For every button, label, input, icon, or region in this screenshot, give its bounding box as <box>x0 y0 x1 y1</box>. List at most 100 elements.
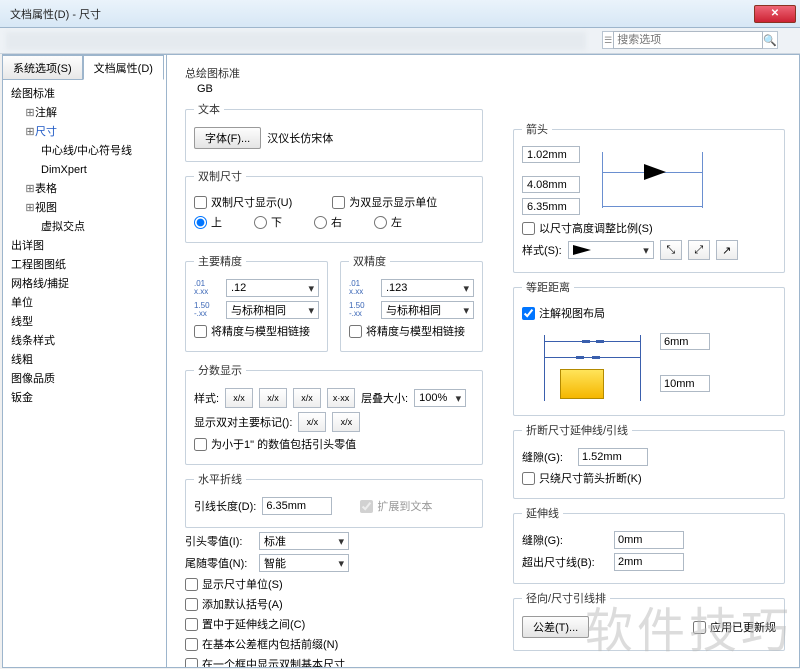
leader-length-input[interactable] <box>262 497 332 515</box>
pos-top-radio[interactable]: 上 <box>194 214 222 230</box>
tree-drawing-sheets[interactable]: 工程图图纸 <box>7 256 162 275</box>
tree-drafting-standard[interactable]: 绘图标准 <box>7 85 162 104</box>
break-gap-label: 缝隙(G): <box>522 449 572 465</box>
arrow-dim-1[interactable]: 1.02mm <box>522 146 580 163</box>
expand-icon[interactable]: ⊞ <box>25 124 35 141</box>
fraction-style-3[interactable]: x/x <box>293 388 321 408</box>
tree-line-thickness[interactable]: 线粗 <box>7 351 162 370</box>
dual-precision-group: 双精度 .01x.xx .123 1.50-.xx 与标称相同 将精度与模型相链… <box>340 253 483 352</box>
tol-precision-icon: 1.50-.xx <box>349 302 375 318</box>
tree-detailing[interactable]: 出详图 <box>7 237 162 256</box>
annotation-view-layout-checkbox[interactable]: 注解视图布局 <box>522 305 605 321</box>
apply-updated-checkbox[interactable]: 应用已更新规 <box>693 619 776 635</box>
extension-legend: 延伸线 <box>522 505 563 521</box>
dual-mark-1[interactable]: x/x <box>298 412 326 432</box>
overall-standard-label: 总绘图标准 <box>185 65 485 81</box>
bent-leaders-group: 水平折线 引线长度(D): 扩展到文本 <box>185 471 483 528</box>
arrow-dim-2[interactable]: 4.08mm <box>522 176 580 193</box>
arrow-attach-2[interactable]: ⤢ <box>688 240 710 260</box>
arrow-icon <box>644 164 666 180</box>
tree-view[interactable]: ⊞视图 <box>7 199 162 218</box>
dual-tol-select[interactable]: 与标称相同 <box>381 301 474 319</box>
break-legend: 折断尺寸延伸线/引线 <box>522 422 632 438</box>
leading-zero-label: 引头零值(I): <box>185 533 253 549</box>
close-button[interactable] <box>754 5 796 23</box>
dual-precision-legend: 双精度 <box>349 253 390 269</box>
radial-legend: 径向/尺寸引线排 <box>522 590 610 606</box>
dual-units-checkbox[interactable]: 为双显示显示单位 <box>332 194 437 210</box>
tree-tables[interactable]: ⊞表格 <box>7 180 162 199</box>
dual-legend: 双制尺寸 <box>194 168 246 184</box>
tab-system-options[interactable]: 系统选项(S) <box>2 55 83 80</box>
tree-annotations[interactable]: ⊞注解 <box>7 104 162 123</box>
dual-show-checkbox[interactable]: 双制尺寸显示(U) <box>194 194 292 210</box>
font-button[interactable]: 字体(F)... <box>194 127 261 149</box>
less-than-one-checkbox[interactable]: 为小于1" 的数值包括引头零值 <box>194 436 356 452</box>
pos-bottom-radio[interactable]: 下 <box>254 214 282 230</box>
tree-line-style[interactable]: 线条样式 <box>7 332 162 351</box>
tree-line-font[interactable]: 线型 <box>7 313 162 332</box>
offset-legend: 等距距离 <box>522 279 574 295</box>
dual-mark-label: 显示双对主要标记(): <box>194 414 292 430</box>
text-group: 文本 字体(F)... 汉仪长仿宋体 <box>185 101 483 162</box>
arrow-dim-3[interactable]: 6.35mm <box>522 198 580 215</box>
stack-size-select[interactable]: 100% <box>414 389 466 407</box>
tree-dimxpert[interactable]: DimXpert <box>7 161 162 180</box>
only-around-arrows-checkbox[interactable]: 只绕尺寸箭头折断(K) <box>522 470 642 486</box>
font-name: 汉仪长仿宋体 <box>267 130 333 146</box>
tree-dimensions[interactable]: ⊞尺寸 <box>7 123 162 142</box>
toolbar-strip: ☰ 🔍 <box>0 28 800 54</box>
primary-precision-select[interactable]: .12 <box>226 279 319 297</box>
trailing-zero-select[interactable]: 智能 <box>259 554 349 572</box>
center-ext-checkbox[interactable]: 置中于延伸线之间(C) <box>185 616 305 632</box>
dual-in-box-checkbox[interactable]: 在一个框中显示双制基本尺寸 <box>185 656 345 668</box>
dual-mark-2[interactable]: x/x <box>332 412 360 432</box>
primary-precision-legend: 主要精度 <box>194 253 246 269</box>
content-panel: 总绘图标准 GB 文本 字体(F)... 汉仪长仿宋体 双制尺寸 双制尺寸显示(… <box>167 54 800 668</box>
bent-leaders-legend: 水平折线 <box>194 471 246 487</box>
pos-left-radio[interactable]: 左 <box>374 214 402 230</box>
break-gap-input[interactable] <box>578 448 648 466</box>
arrow-style-select[interactable] <box>568 241 654 259</box>
search-icon[interactable]: 🔍 <box>763 34 777 47</box>
tab-document-properties[interactable]: 文档属性(D) <box>83 55 164 80</box>
extension-lines-group: 延伸线 缝隙(G): 超出尺寸线(B): <box>513 505 785 584</box>
add-paren-checkbox[interactable]: 添加默认括号(A) <box>185 596 283 612</box>
tree-virtual-sharps[interactable]: 虚拟交点 <box>7 218 162 237</box>
dual-precision-select[interactable]: .123 <box>381 279 474 297</box>
leading-zero-select[interactable]: 标准 <box>259 532 349 550</box>
tree-image-quality[interactable]: 图像品质 <box>7 370 162 389</box>
search-prefix-icon: ☰ <box>603 35 613 46</box>
fraction-display-group: 分数显示 样式: x/x x/x x/x x·xx 层叠大小: 100% 显示双… <box>185 362 483 465</box>
ext-beyond-input[interactable] <box>614 553 684 571</box>
offset-distances-group: 等距距离 注解视图布局 6mm 10mm <box>513 279 785 416</box>
arrow-attach-3[interactable]: ↗ <box>716 240 738 260</box>
primary-tol-select[interactable]: 与标称相同 <box>226 301 319 319</box>
tree-centerlines[interactable]: 中心线/中心符号线 <box>7 142 162 161</box>
offset-value-2[interactable]: 10mm <box>660 375 710 392</box>
offset-preview: 6mm 10mm <box>522 325 776 407</box>
tolerance-button[interactable]: 公差(T)... <box>522 616 589 638</box>
show-units-checkbox[interactable]: 显示尺寸单位(S) <box>185 576 283 592</box>
prefix-in-tol-checkbox[interactable]: 在基本公差框内包括前缀(N) <box>185 636 338 652</box>
search-box[interactable]: ☰ 🔍 <box>602 31 778 49</box>
left-panel: 系统选项(S) 文档属性(D) 绘图标准 ⊞注解 ⊞尺寸 中心线/中心符号线 D… <box>2 54 167 668</box>
dual-link-checkbox[interactable]: 将精度与模型相链接 <box>349 323 465 339</box>
tree-units[interactable]: 单位 <box>7 294 162 313</box>
expand-icon[interactable]: ⊞ <box>25 105 35 122</box>
tree-grid-snap[interactable]: 网格线/捕捉 <box>7 275 162 294</box>
offset-value-1[interactable]: 6mm <box>660 333 710 350</box>
search-input[interactable] <box>613 31 763 49</box>
fraction-style-4[interactable]: x·xx <box>327 388 355 408</box>
tree-sheet-metal[interactable]: 钣金 <box>7 389 162 408</box>
fraction-style-1[interactable]: x/x <box>225 388 253 408</box>
pos-right-radio[interactable]: 右 <box>314 214 342 230</box>
scale-by-height-checkbox[interactable]: 以尺寸高度调整比例(S) <box>522 220 653 236</box>
expand-icon[interactable]: ⊞ <box>25 181 35 198</box>
expand-icon[interactable]: ⊞ <box>25 200 35 217</box>
fraction-style-label: 样式: <box>194 390 219 406</box>
primary-link-checkbox[interactable]: 将精度与模型相链接 <box>194 323 310 339</box>
ext-gap-input[interactable] <box>614 531 684 549</box>
arrow-attach-1[interactable]: ⤡ <box>660 240 682 260</box>
fraction-style-2[interactable]: x/x <box>259 388 287 408</box>
